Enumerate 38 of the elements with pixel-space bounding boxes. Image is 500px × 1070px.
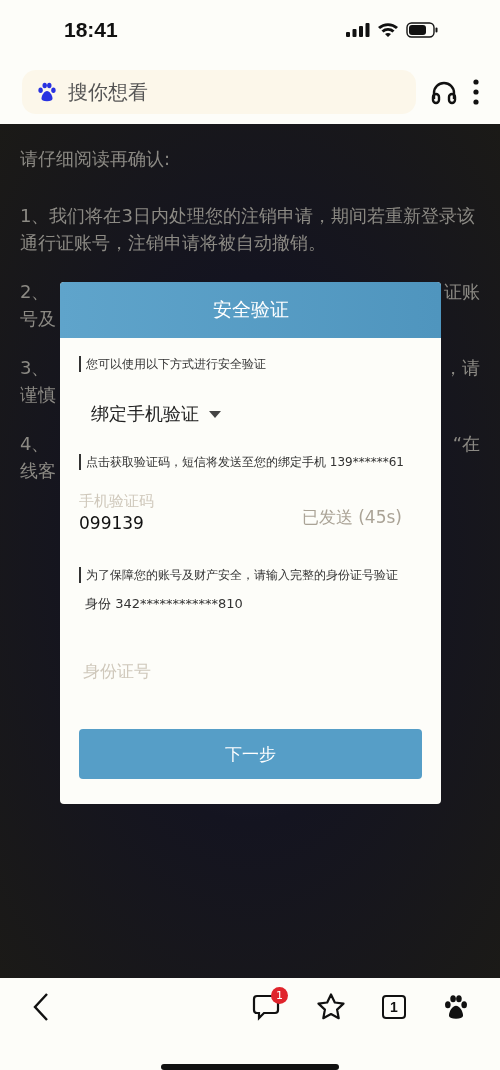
notice-heading: 请仔细阅读再确认: — [20, 147, 172, 171]
baidu-paw-icon[interactable] — [442, 993, 470, 1021]
method-dropdown[interactable]: 绑定手机验证 — [91, 402, 221, 426]
notice-text: 证账 — [444, 280, 480, 304]
caret-icon — [209, 410, 221, 418]
star-icon[interactable] — [316, 992, 346, 1022]
notice-text: 号及 — [20, 307, 56, 331]
notice-text: 2、 — [20, 280, 50, 304]
dialog-title: 安全验证 — [60, 282, 441, 338]
code-field[interactable]: 099139 — [79, 513, 229, 533]
back-icon[interactable] — [32, 992, 50, 1022]
section-note: 点击获取验证码，短信将发送至您的绑定手机 139******61 — [79, 454, 422, 470]
field-label: 手机验证码 — [79, 492, 155, 511]
battery-icon — [406, 22, 438, 38]
id-hint: 身份 342************810 — [85, 595, 243, 613]
notice-text: “在 — [452, 432, 480, 456]
notice-text: 3、 — [20, 356, 50, 380]
id-field[interactable]: 身份证号 — [83, 657, 422, 685]
section-note: 为了保障您的账号及财产安全，请输入完整的身份证号验证 — [79, 567, 422, 583]
search-input[interactable]: 搜你想看 — [66, 79, 402, 105]
notice-text: 通行证账号，注销申请将被自动撤销。 — [20, 231, 326, 255]
notice-text: 4、 — [20, 432, 50, 456]
notice-text: ，请 — [444, 356, 480, 380]
notice-text: 谨慎 — [20, 383, 56, 407]
wifi-icon — [377, 22, 399, 38]
search-field[interactable]: 搜你想看 — [22, 70, 416, 114]
messages-icon[interactable] — [252, 993, 280, 1021]
paw-icon — [442, 993, 470, 1021]
section-note: 您可以使用以下方式进行安全验证 — [79, 356, 422, 372]
headphones-icon[interactable] — [430, 79, 458, 105]
notice-text: 线客 — [20, 459, 56, 483]
paw-icon — [36, 81, 58, 103]
notice-text: 1、我们将在3日内处理您的注销申请，期间若重新登录该 — [20, 204, 475, 228]
signal-icon — [346, 23, 370, 37]
notification-badge: 1 — [271, 987, 288, 1004]
more-icon[interactable] — [472, 79, 480, 105]
tabs-button[interactable]: 1 — [382, 995, 406, 1019]
clock-time: 18:41 — [64, 18, 118, 42]
